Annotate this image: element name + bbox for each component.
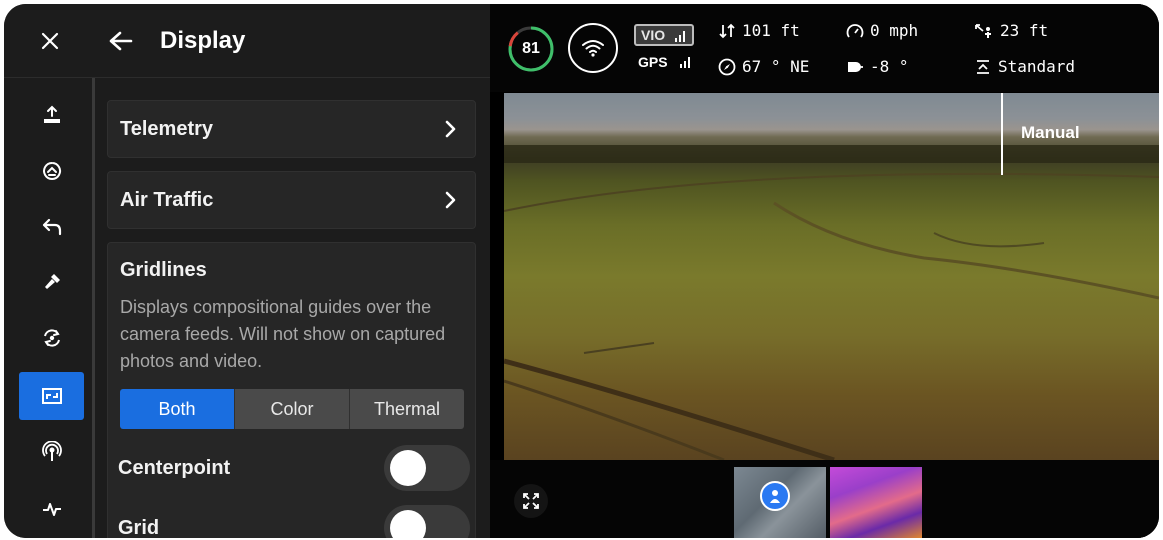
- rail-divider: [92, 78, 95, 538]
- wifi-signal[interactable]: [568, 23, 618, 73]
- camera-feed[interactable]: Manual: [504, 93, 1159, 460]
- rail-item-takeoff[interactable]: [19, 91, 84, 139]
- telemetry-label: Telemetry: [120, 117, 214, 140]
- app-frame: Display Telemetry Air Traffic Gridlines …: [4, 4, 1159, 538]
- chevron-right-icon: [445, 120, 456, 138]
- page-title: Display: [160, 26, 246, 54]
- bottom-tray: [490, 460, 1159, 538]
- rail-item-display[interactable]: [19, 372, 84, 420]
- vio-label: VIO: [641, 27, 666, 43]
- speed-value: 0 mph: [870, 21, 919, 40]
- rail-item-flight-mode[interactable]: [19, 147, 84, 195]
- speed-readout: 0 mph: [846, 21, 918, 40]
- expand-icon: [523, 493, 539, 509]
- rotate-camera-icon: [43, 329, 60, 347]
- speedometer-icon: [846, 23, 864, 38]
- altitude-value: 101 ft: [742, 21, 800, 40]
- status-bar: 81 VIO GPS 101 ft 67 ° NE 0 mph -8 ° 23 …: [490, 4, 1159, 92]
- rail-item-rotate-camera[interactable]: [19, 314, 84, 362]
- toggle-knob: [390, 450, 426, 486]
- back-button[interactable]: [98, 18, 144, 64]
- panel-header: Display: [96, 4, 490, 78]
- distance-value: 23 ft: [1000, 21, 1049, 40]
- rail-item-telemetry[interactable]: [19, 485, 84, 533]
- gps-signal-bars-icon: [680, 57, 690, 68]
- return-home-icon: [42, 218, 61, 236]
- gridlines-option-thermal[interactable]: Thermal: [349, 389, 464, 429]
- grid-label: Grid: [118, 516, 160, 539]
- centerpoint-row: Centerpoint: [118, 445, 470, 491]
- flashlight-icon: [44, 274, 60, 289]
- air-traffic-row[interactable]: Air Traffic: [107, 171, 476, 229]
- telemetry-icon: [42, 503, 61, 516]
- thermal-thumbnail[interactable]: [830, 467, 922, 538]
- left-rail: [4, 4, 96, 538]
- field-scene: [504, 145, 1159, 460]
- flight-mode-icon: [42, 162, 61, 180]
- grid-toggle[interactable]: [384, 505, 470, 538]
- gridlines-option-both[interactable]: Both: [120, 389, 234, 429]
- centerpoint-label: Centerpoint: [118, 456, 231, 479]
- map-thumbnail[interactable]: [734, 467, 826, 538]
- telemetry-row[interactable]: Telemetry: [107, 100, 476, 158]
- antenna-icon: [41, 441, 62, 461]
- takeoff-icon: [43, 105, 60, 123]
- flight-mode-icon: [977, 59, 989, 74]
- rail-item-flashlight[interactable]: [19, 258, 84, 306]
- distance-from-pilot-icon: [975, 23, 991, 38]
- air-traffic-label: Air Traffic: [120, 188, 214, 211]
- gimbal-camera-icon: [848, 61, 863, 72]
- compass-icon: [718, 58, 736, 75]
- close-icon: [41, 32, 59, 49]
- camera-view: 81 VIO GPS 101 ft 67 ° NE 0 mph -8 ° 23 …: [490, 4, 1159, 538]
- gridlines-segmented-control: Both Color Thermal: [120, 389, 464, 429]
- altitude-icon: [719, 23, 735, 38]
- battery-percent: 81: [522, 40, 540, 57]
- gridlines-card: Gridlines Displays compositional guides …: [107, 242, 476, 538]
- fullscreen-button[interactable]: [514, 484, 548, 518]
- drone-location-pin: [760, 481, 790, 511]
- gps-label: GPS: [638, 54, 668, 70]
- display-icon: [41, 388, 62, 404]
- settings-panel: Display Telemetry Air Traffic Gridlines …: [96, 4, 490, 538]
- drone-pilot-icon: [770, 490, 780, 503]
- manual-mode-divider: [1001, 93, 1003, 175]
- rail-item-return-home[interactable]: [19, 202, 84, 250]
- gimbal-value: -8 °: [870, 57, 909, 76]
- wifi-icon: [582, 40, 604, 57]
- centerpoint-toggle[interactable]: [384, 445, 470, 491]
- heading-value: 67 ° NE: [742, 57, 810, 76]
- distance-readout: 23 ft: [974, 21, 1048, 40]
- gridlines-description: Displays compositional guides over the c…: [120, 297, 446, 371]
- chevron-right-icon: [445, 191, 456, 209]
- grid-row: Grid: [118, 505, 470, 538]
- back-arrow-icon: [109, 31, 133, 50]
- gridlines-title: Gridlines: [120, 259, 207, 281]
- close-button[interactable]: [4, 4, 96, 78]
- heading-readout: 67 ° NE: [718, 57, 809, 76]
- vio-signal-bars-icon: [675, 31, 685, 42]
- camera-mode-label[interactable]: Manual: [1021, 123, 1080, 143]
- rail-item-antenna[interactable]: [19, 428, 84, 476]
- flight-mode-value: Standard: [998, 57, 1076, 76]
- altitude-readout: 101 ft: [718, 21, 800, 40]
- gridlines-option-color[interactable]: Color: [234, 389, 349, 429]
- flight-mode-readout[interactable]: Standard: [974, 57, 1075, 76]
- toggle-knob: [390, 510, 426, 538]
- vio-badge: VIO: [634, 24, 694, 46]
- gimbal-readout: -8 °: [846, 57, 909, 76]
